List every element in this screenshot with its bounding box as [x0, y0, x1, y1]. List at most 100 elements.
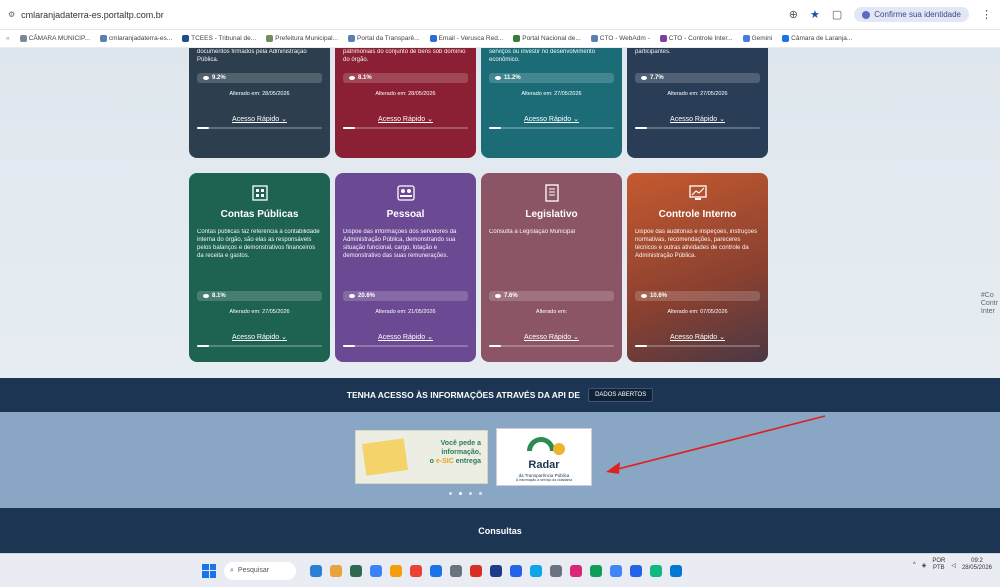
- taskbar-app-icon[interactable]: [450, 564, 462, 577]
- tab-icon[interactable]: ▢: [832, 8, 842, 21]
- eye-icon: [495, 76, 501, 80]
- card-description: Contas públicas faz referência à contabi…: [197, 229, 320, 259]
- taskbar-app-icon[interactable]: [410, 564, 422, 577]
- taskbar-app-icon[interactable]: [610, 564, 622, 577]
- api-band: TENHA ACESSO ÀS INFORMAÇÕES ATRAVÉS DA A…: [0, 378, 1000, 412]
- card-views-stat: 20.6%: [343, 291, 468, 301]
- bookmark-item[interactable]: CTO - Controle Inter...: [659, 35, 733, 42]
- taskbar-app-icon[interactable]: [630, 564, 642, 577]
- bookmark-item[interactable]: Câmara de Laranja...: [782, 35, 852, 42]
- info-card[interactable]: Controle Interno Dispõe das auditorias e …: [627, 173, 768, 362]
- bookmark-item[interactable]: CÂMARA MUNICIP...: [19, 35, 90, 42]
- chevron-down-icon: ⌄: [573, 116, 579, 123]
- document-illustration-icon: [361, 438, 409, 476]
- chevron-down-icon: ⌄: [427, 334, 433, 341]
- taskbar-app-icon[interactable]: [370, 564, 382, 577]
- carousel-dots[interactable]: [449, 492, 482, 495]
- info-card[interactable]: de atividades de interesse comum aos dos…: [627, 48, 768, 158]
- card-progress-indicator: [343, 345, 468, 347]
- quick-access-link[interactable]: Acesso Rápido ⌄: [627, 115, 768, 123]
- windows-taskbar: ⌕ Pesquisar ^ ◈ POR PTB ◁ 09:2 28/05/202…: [0, 553, 1000, 587]
- star-icon[interactable]: ★: [810, 8, 820, 21]
- bookmark-item[interactable]: TCEES - Tribunal de...: [182, 35, 256, 42]
- card-description: editivos firmados, fornecimentos e docum…: [197, 49, 307, 63]
- open-data-button[interactable]: DADOS ABERTOS: [588, 388, 654, 402]
- bookmark-item[interactable]: CTO - WebAdm -: [590, 35, 650, 42]
- taskbar-app-icon[interactable]: [570, 564, 582, 577]
- identity-button[interactable]: Confirme sua identidade: [854, 7, 969, 22]
- taskbar-app-icon[interactable]: [650, 564, 662, 577]
- esic-banner[interactable]: Você pede a informação, o e-SIC entrega: [355, 430, 488, 484]
- taskbar-search-placeholder: Pesquisar: [237, 567, 270, 574]
- taskbar-app-icon[interactable]: [550, 564, 562, 577]
- language-indicator[interactable]: POR PTB: [932, 558, 945, 572]
- card-title: Legislativo: [525, 209, 578, 220]
- bookmark-favicon-icon: [19, 35, 27, 42]
- system-tray: ^ ◈ POR PTB ◁ 09:2 28/05/2026: [913, 558, 992, 572]
- carousel-dot[interactable]: [479, 492, 482, 495]
- card-title: Controle Interno: [658, 209, 737, 220]
- taskbar-app-icon[interactable]: [430, 564, 442, 577]
- clock[interactable]: 09:2 28/05/2026: [962, 558, 992, 572]
- url-field[interactable]: ⚙ cmlaranjadaterra-es.portaltp.com.br: [8, 10, 789, 20]
- card-title: Contas Públicas: [220, 209, 299, 220]
- taskbar-app-icon[interactable]: [510, 564, 522, 577]
- taskbar-app-icon[interactable]: [350, 564, 362, 577]
- bookmark-item[interactable]: Email - Verusca Red...: [429, 35, 503, 42]
- network-icon[interactable]: ◈: [922, 562, 927, 569]
- radar-title: Radar: [528, 459, 560, 471]
- site-info-icon[interactable]: ⚙: [8, 10, 15, 19]
- taskbar-app-icon[interactable]: [530, 564, 542, 577]
- bookmark-item[interactable]: Prefeitura Municipal...: [266, 35, 338, 42]
- bookmark-favicon-icon: [429, 35, 437, 42]
- taskbar-app-icon[interactable]: [330, 564, 342, 577]
- eye-icon: [641, 76, 647, 80]
- bookmark-item[interactable]: Portal Nacional de...: [513, 35, 581, 42]
- bookmark-item[interactable]: Portal da Transparê...: [348, 35, 420, 42]
- info-card[interactable]: editivos firmados, fornecimentos e docum…: [189, 48, 330, 158]
- menu-icon[interactable]: ⋮: [981, 8, 992, 21]
- quick-access-link[interactable]: Acesso Rápido ⌄: [481, 115, 622, 123]
- taskbar-app-icon[interactable]: [390, 564, 402, 577]
- carousel-dot[interactable]: [449, 492, 452, 495]
- quick-access-link[interactable]: Acesso Rápido ⌄: [335, 115, 476, 123]
- start-button[interactable]: [202, 563, 216, 578]
- chevron-down-icon: ⌄: [281, 334, 287, 341]
- eye-icon: [349, 294, 355, 298]
- quick-access-link[interactable]: Acesso Rápido ⌄: [481, 333, 622, 341]
- carousel-dot[interactable]: [469, 492, 472, 495]
- quick-access-link[interactable]: Acesso Rápido ⌄: [189, 115, 330, 123]
- taskbar-app-icon[interactable]: [490, 564, 502, 577]
- url-text[interactable]: cmlaranjadaterra-es.portaltp.com.br: [21, 10, 164, 20]
- taskbar-search[interactable]: ⌕ Pesquisar: [224, 561, 296, 580]
- bookmark-favicon-icon: [513, 35, 521, 42]
- info-card[interactable]: Contas Públicas Contas públicas faz refer…: [189, 173, 330, 362]
- taskbar-app-icon[interactable]: [470, 564, 482, 577]
- page-viewport: editivos firmados, fornecimentos e docum…: [0, 48, 1000, 553]
- bookmark-favicon-icon: [99, 35, 107, 42]
- taskbar-app-icon[interactable]: [670, 564, 682, 577]
- info-card[interactable]: Pessoal Dispõe das informações dos servid…: [335, 173, 476, 362]
- zoom-icon[interactable]: ⊕: [789, 8, 798, 21]
- info-card[interactable]: Legislativo Consulta a Legislação Municip…: [481, 173, 622, 362]
- card-changed-date: Alterado em: 07/05/2026: [667, 309, 728, 315]
- quick-access-link[interactable]: Acesso Rápido ⌄: [627, 333, 768, 341]
- quick-access-link[interactable]: Acesso Rápido ⌄: [189, 333, 330, 341]
- quick-access-link[interactable]: Acesso Rápido ⌄: [335, 333, 476, 341]
- card-description: Dispõe das auditorias e inspeções, instr…: [635, 229, 758, 259]
- info-card[interactable]: liquidações e pagamentos para custear se…: [481, 48, 622, 158]
- bookmark-favicon-icon: [590, 35, 598, 42]
- tray-arrow-icon[interactable]: ^: [913, 562, 916, 568]
- card-changed-date: Alterado em: 27/05/2026: [667, 91, 728, 97]
- card-changed-date: Alterado em: 28/05/2026: [229, 91, 290, 97]
- info-card[interactable]: Administração Pública e das informações …: [335, 48, 476, 158]
- taskbar-app-icon[interactable]: [310, 564, 322, 577]
- bookmark-item[interactable]: Gemini: [742, 35, 772, 42]
- carousel-dot[interactable]: [459, 492, 462, 495]
- volume-icon[interactable]: ◁: [951, 562, 956, 569]
- bookmark-item[interactable]: cmlaranjadaterra-es...: [99, 35, 172, 42]
- bookmarks-arrow-icon[interactable]: «: [6, 35, 10, 42]
- taskbar-app-icon[interactable]: [590, 564, 602, 577]
- card-views-stat: 11.2%: [489, 73, 614, 83]
- radar-transparency-banner[interactable]: Radar da Transparência Pública A informa…: [496, 428, 592, 486]
